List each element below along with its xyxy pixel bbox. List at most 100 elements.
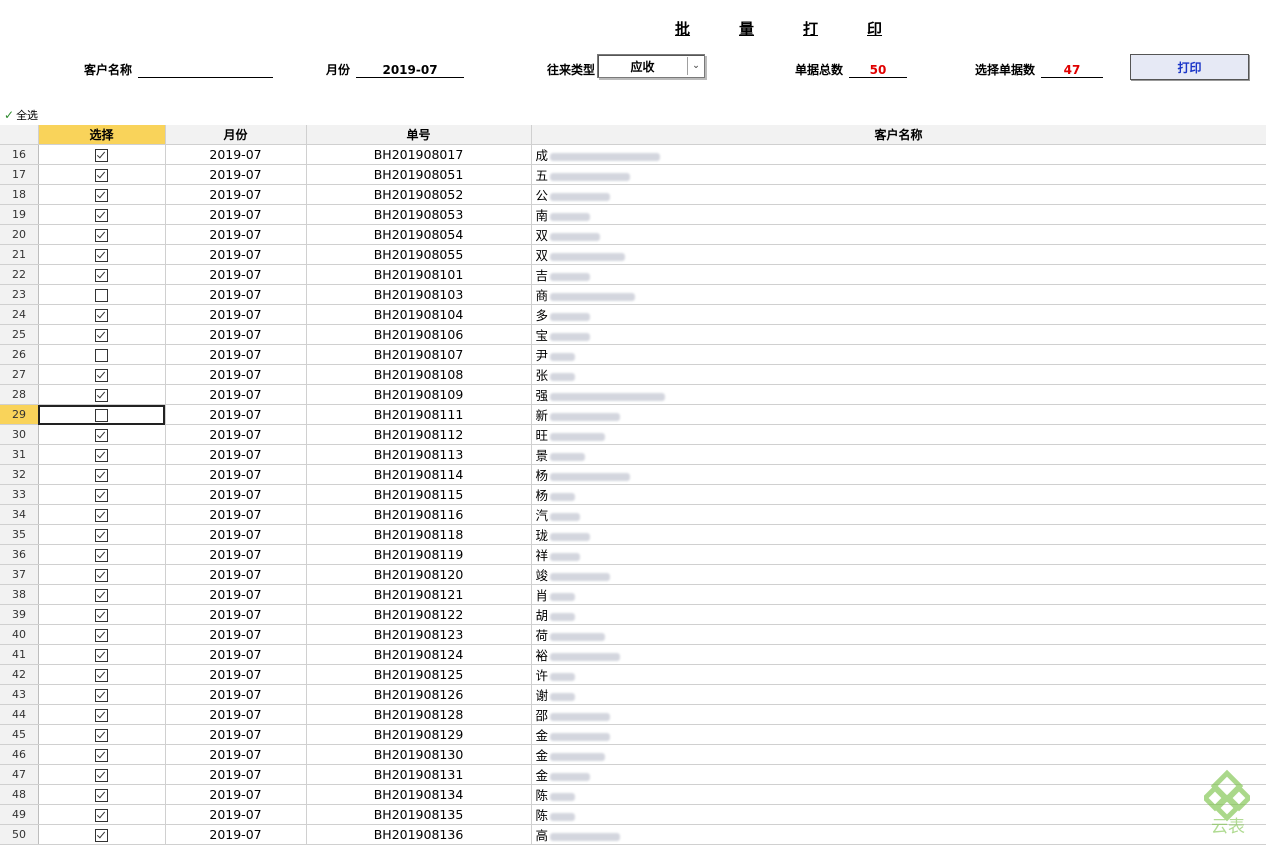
checkbox[interactable] bbox=[95, 549, 108, 562]
table-row[interactable]: 46 2019-07 BH201908130 金 bbox=[0, 744, 1266, 765]
number-cell[interactable]: BH201908107 bbox=[306, 344, 532, 365]
customer-cell[interactable]: 张 bbox=[531, 364, 1266, 385]
number-cell[interactable]: BH201908115 bbox=[306, 484, 532, 505]
table-row[interactable]: 43 2019-07 BH201908126 谢 bbox=[0, 684, 1266, 705]
row-number[interactable]: 48 bbox=[0, 784, 39, 805]
checkbox[interactable] bbox=[95, 509, 108, 522]
customer-cell[interactable]: 双 bbox=[531, 244, 1266, 265]
month-cell[interactable]: 2019-07 bbox=[165, 704, 307, 725]
month-cell[interactable]: 2019-07 bbox=[165, 424, 307, 445]
row-number[interactable]: 19 bbox=[0, 204, 39, 225]
checkbox[interactable] bbox=[95, 729, 108, 742]
month-cell[interactable]: 2019-07 bbox=[165, 824, 307, 845]
number-cell[interactable]: BH201908135 bbox=[306, 804, 532, 825]
select-cell[interactable] bbox=[38, 224, 166, 245]
checkbox[interactable] bbox=[95, 409, 108, 422]
select-cell[interactable] bbox=[38, 544, 166, 565]
number-cell[interactable]: BH201908114 bbox=[306, 464, 532, 485]
select-cell[interactable] bbox=[38, 784, 166, 805]
table-row[interactable]: 38 2019-07 BH201908121 肖 bbox=[0, 584, 1266, 605]
row-number[interactable]: 35 bbox=[0, 524, 39, 545]
customer-cell[interactable]: 新 bbox=[531, 404, 1266, 425]
customer-cell[interactable]: 胡 bbox=[531, 604, 1266, 625]
number-cell[interactable]: BH201908111 bbox=[306, 404, 532, 425]
select-cell[interactable] bbox=[38, 264, 166, 285]
customer-cell[interactable]: 祥 bbox=[531, 544, 1266, 565]
month-cell[interactable]: 2019-07 bbox=[165, 504, 307, 525]
row-number[interactable]: 33 bbox=[0, 484, 39, 505]
select-cell[interactable] bbox=[38, 164, 166, 185]
select-cell[interactable] bbox=[38, 764, 166, 785]
checkbox[interactable] bbox=[95, 189, 108, 202]
customer-cell[interactable]: 邵 bbox=[531, 704, 1266, 725]
number-cell[interactable]: BH201908123 bbox=[306, 624, 532, 645]
table-row[interactable]: 35 2019-07 BH201908118 珑 bbox=[0, 524, 1266, 545]
row-number[interactable]: 32 bbox=[0, 464, 39, 485]
checkbox[interactable] bbox=[95, 389, 108, 402]
table-row[interactable]: 27 2019-07 BH201908108 张 bbox=[0, 364, 1266, 385]
number-cell[interactable]: BH201908103 bbox=[306, 284, 532, 305]
number-cell[interactable]: BH201908118 bbox=[306, 524, 532, 545]
select-cell[interactable] bbox=[38, 584, 166, 605]
row-number[interactable]: 38 bbox=[0, 584, 39, 605]
row-number[interactable]: 31 bbox=[0, 444, 39, 465]
month-cell[interactable]: 2019-07 bbox=[165, 284, 307, 305]
month-cell[interactable]: 2019-07 bbox=[165, 804, 307, 825]
column-header-number[interactable]: 单号 bbox=[306, 125, 532, 145]
checkbox[interactable] bbox=[95, 529, 108, 542]
checkbox[interactable] bbox=[95, 329, 108, 342]
table-row[interactable]: 37 2019-07 BH201908120 竣 bbox=[0, 564, 1266, 585]
table-row[interactable]: 20 2019-07 BH201908054 双 bbox=[0, 224, 1266, 245]
checkbox[interactable] bbox=[95, 429, 108, 442]
number-cell[interactable]: BH201908119 bbox=[306, 544, 532, 565]
column-header-customer[interactable]: 客户名称 bbox=[531, 125, 1266, 145]
row-number[interactable]: 27 bbox=[0, 364, 39, 385]
customer-cell[interactable]: 荷 bbox=[531, 624, 1266, 645]
number-cell[interactable]: BH201908109 bbox=[306, 384, 532, 405]
month-cell[interactable]: 2019-07 bbox=[165, 184, 307, 205]
month-cell[interactable]: 2019-07 bbox=[165, 304, 307, 325]
customer-cell[interactable]: 陈 bbox=[531, 804, 1266, 825]
month-cell[interactable]: 2019-07 bbox=[165, 364, 307, 385]
row-number[interactable]: 16 bbox=[0, 144, 39, 165]
row-number[interactable]: 41 bbox=[0, 644, 39, 665]
number-cell[interactable]: BH201908136 bbox=[306, 824, 532, 845]
number-cell[interactable]: BH201908101 bbox=[306, 264, 532, 285]
table-row[interactable]: 29 2019-07 BH201908111 新 bbox=[0, 404, 1266, 425]
row-number[interactable]: 22 bbox=[0, 264, 39, 285]
row-number[interactable]: 49 bbox=[0, 804, 39, 825]
checkbox[interactable] bbox=[95, 469, 108, 482]
number-cell[interactable]: BH201908053 bbox=[306, 204, 532, 225]
customer-cell[interactable]: 景 bbox=[531, 444, 1266, 465]
select-cell[interactable] bbox=[38, 284, 166, 305]
table-row[interactable]: 28 2019-07 BH201908109 强 bbox=[0, 384, 1266, 405]
customer-cell[interactable]: 谢 bbox=[531, 684, 1266, 705]
select-cell[interactable] bbox=[38, 144, 166, 165]
table-row[interactable]: 48 2019-07 BH201908134 陈 bbox=[0, 784, 1266, 805]
select-cell[interactable] bbox=[38, 604, 166, 625]
row-number[interactable]: 24 bbox=[0, 304, 39, 325]
number-cell[interactable]: BH201908131 bbox=[306, 764, 532, 785]
row-number[interactable]: 30 bbox=[0, 424, 39, 445]
table-row[interactable]: 24 2019-07 BH201908104 多 bbox=[0, 304, 1266, 325]
customer-cell[interactable]: 杨 bbox=[531, 464, 1266, 485]
customer-cell[interactable]: 双 bbox=[531, 224, 1266, 245]
number-cell[interactable]: BH201908125 bbox=[306, 664, 532, 685]
customer-cell[interactable]: 金 bbox=[531, 724, 1266, 745]
select-cell[interactable] bbox=[38, 504, 166, 525]
customer-cell[interactable]: 多 bbox=[531, 304, 1266, 325]
number-cell[interactable]: BH201908126 bbox=[306, 684, 532, 705]
customer-cell[interactable]: 金 bbox=[531, 744, 1266, 765]
month-cell[interactable]: 2019-07 bbox=[165, 204, 307, 225]
number-cell[interactable]: BH201908121 bbox=[306, 584, 532, 605]
checkbox[interactable] bbox=[95, 349, 108, 362]
number-cell[interactable]: BH201908120 bbox=[306, 564, 532, 585]
select-cell[interactable] bbox=[38, 484, 166, 505]
customer-cell[interactable]: 金 bbox=[531, 764, 1266, 785]
select-cell[interactable] bbox=[38, 404, 166, 425]
select-cell[interactable] bbox=[38, 304, 166, 325]
select-cell[interactable] bbox=[38, 384, 166, 405]
checkbox[interactable] bbox=[95, 369, 108, 382]
number-cell[interactable]: BH201908017 bbox=[306, 144, 532, 165]
chevron-down-icon[interactable]: ⌄ bbox=[687, 57, 704, 75]
